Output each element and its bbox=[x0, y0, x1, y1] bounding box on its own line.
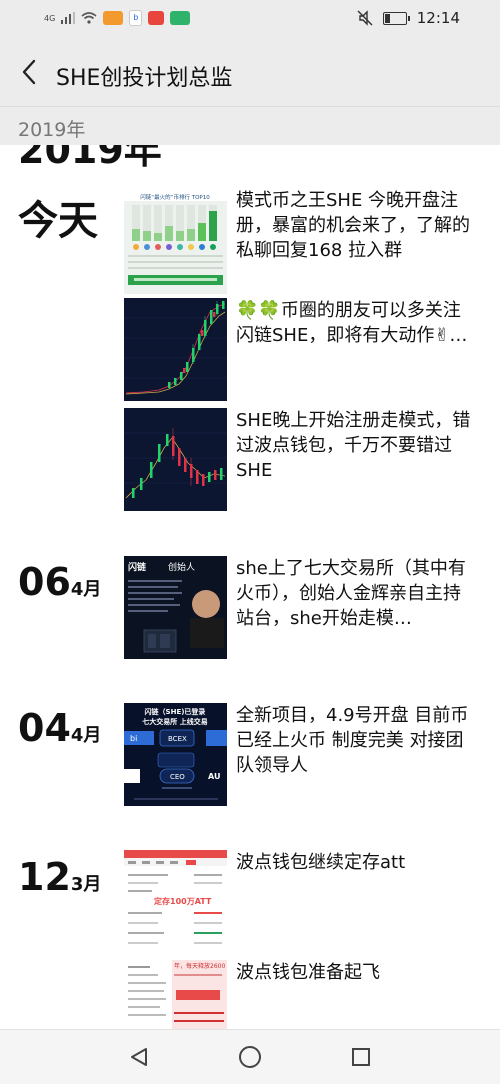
wifi-icon bbox=[81, 12, 97, 24]
wallet-screenshot-image-2: 年，每天释放2600 bbox=[124, 960, 227, 1029]
thumb-wallet-overlay-1: 定存100万ATT bbox=[153, 896, 212, 906]
page-title: SHE创投计划总监 bbox=[56, 66, 233, 91]
home-circle-icon bbox=[239, 1046, 261, 1068]
title-bar: SHE创投计划总监 bbox=[0, 38, 500, 106]
status-icons-right: 12:14 bbox=[357, 9, 460, 27]
signal-icon bbox=[61, 12, 76, 24]
thumb-founder-right-text: 创始人 bbox=[168, 561, 195, 573]
date-header: 064月 bbox=[18, 560, 101, 604]
post-thumbnail-chart-2[interactable] bbox=[124, 408, 227, 511]
post-text[interactable]: 模式币之王SHE 今晚开盘注册，暴富的机会来了，了解的私聊回复168 拉入群 bbox=[236, 188, 476, 264]
back-triangle-icon bbox=[131, 1048, 147, 1066]
date-month: 3月 bbox=[70, 874, 102, 895]
thumb-founder-left-text: 闪链 bbox=[128, 561, 147, 573]
sticky-year-header: 2019年 bbox=[0, 106, 500, 145]
status-bar: 4G b 12:14 bbox=[0, 0, 500, 38]
post-thumbnail-founder[interactable]: 闪链 创始人 bbox=[124, 556, 227, 659]
app-red-icon bbox=[148, 11, 165, 25]
post-text[interactable]: 🍀🍀币圈的朋友可以多关注闪链SHE，即将有大动作✌… bbox=[236, 298, 476, 374]
candlestick-chart-image bbox=[124, 298, 227, 401]
date-header: 123月 bbox=[18, 855, 101, 899]
post-thumbnail-exchanges[interactable]: 闪链（SHE)已登录 七大交易所 上线交易 bi BCEX CEO AU bbox=[124, 703, 227, 806]
wallet-screenshot-image: 定存100万ATT bbox=[124, 850, 227, 953]
system-nav-bar bbox=[0, 1029, 500, 1084]
thumb-exchange-label-4: AU bbox=[208, 772, 220, 781]
date-day: 12 bbox=[18, 855, 71, 899]
post-text[interactable]: she上了七大交易所（其中有火币），创始人金辉亲自主持站台，she开始走模… bbox=[236, 556, 476, 632]
post-thumbnail-ranking[interactable]: 闪链“最火的”币排行 TOP10 bbox=[124, 191, 227, 294]
founder-poster-image: 闪链 创始人 bbox=[124, 556, 227, 659]
sticky-year-label: 2019年 bbox=[18, 119, 86, 141]
network-type: 4G bbox=[44, 13, 56, 23]
back-button[interactable] bbox=[14, 54, 44, 90]
nav-home-button[interactable] bbox=[235, 1042, 265, 1072]
candlestick-chart-image-2 bbox=[124, 408, 227, 511]
exchanges-poster-image: 闪链（SHE)已登录 七大交易所 上线交易 bi BCEX CEO AU bbox=[124, 703, 227, 806]
thumb-exchange-label-1: bi bbox=[130, 734, 137, 743]
thumb-exchange-label-3: CEO bbox=[170, 773, 185, 781]
date-month: 4月 bbox=[70, 579, 102, 600]
app-b-icon: b bbox=[129, 10, 143, 26]
post-text[interactable]: 波点钱包继续定存att bbox=[236, 850, 476, 900]
date-day: 04 bbox=[18, 706, 71, 750]
ranking-chart-image: 闪链“最火的”币排行 TOP10 bbox=[124, 191, 227, 294]
date-header: 044月 bbox=[18, 706, 101, 750]
date-month: 4月 bbox=[70, 725, 102, 746]
nav-back-button[interactable] bbox=[124, 1042, 154, 1072]
thumb-wallet-overlay-2: 年，每天释放2600 bbox=[174, 962, 225, 970]
clock: 12:14 bbox=[416, 9, 460, 27]
chevron-left-icon bbox=[22, 59, 36, 85]
nav-recents-button[interactable] bbox=[346, 1042, 376, 1072]
post-text[interactable]: 波点钱包准备起飞 bbox=[236, 960, 476, 1010]
thumb-exchange-line1: 闪链（SHE)已登录 bbox=[145, 707, 206, 716]
post-thumbnail-wallet-1[interactable]: 定存100万ATT bbox=[124, 850, 227, 953]
battery-icon bbox=[382, 11, 410, 25]
date-header-today: 今天 bbox=[18, 188, 98, 246]
status-icons-left: 4G b bbox=[44, 10, 191, 26]
date-label-today: 今天 bbox=[18, 198, 98, 244]
date-day: 06 bbox=[18, 560, 71, 604]
app-badge-orange-icon bbox=[103, 11, 124, 25]
thumb-exchange-line2: 七大交易所 上线交易 bbox=[142, 717, 207, 726]
thumb-ranking-title: 闪链“最火的”币排行 TOP10 bbox=[140, 193, 210, 201]
post-text[interactable]: 全新项目，4.9号开盘 目前币已经上火币 制度完美 对接团队领导人 bbox=[236, 703, 476, 779]
post-text[interactable]: SHE晚上开始注册走模式，错过波点钱包，千万不要错过SHE bbox=[236, 408, 476, 484]
thumb-exchange-label-2: BCEX bbox=[168, 735, 187, 743]
app-green-icon bbox=[170, 11, 191, 25]
post-thumbnail-wallet-2[interactable]: 年，每天释放2600 bbox=[124, 960, 227, 1029]
mute-icon bbox=[357, 10, 373, 26]
post-thumbnail-chart[interactable] bbox=[124, 298, 227, 401]
recents-square-icon bbox=[352, 1048, 370, 1066]
